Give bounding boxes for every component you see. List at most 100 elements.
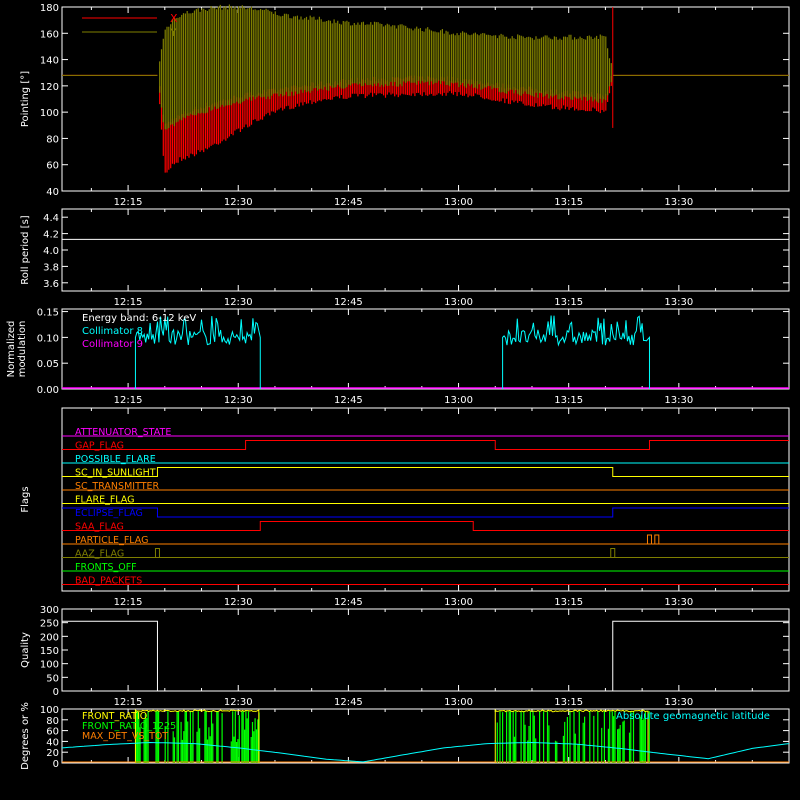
flag-label: GAP_FLAG [75,441,124,452]
x-tick-label: 13:15 [554,395,583,406]
x-tick-label: 12:30 [224,697,253,708]
flag-spike [646,534,652,544]
y-tick-label: 100 [40,108,59,119]
y-tick-label: 40 [46,737,59,748]
flag-label: PARTICLE_FLAG [75,535,148,546]
y-tick-label: 200 [40,632,59,643]
x-tick-label: 13:00 [444,395,473,406]
panel-quality: Quality [20,608,790,692]
x-tick-label: 13:30 [664,697,693,708]
x-tick-label: 12:30 [224,297,253,308]
flag-label: AAZ_FLAG [75,549,124,560]
x-tick-label: 12:30 [224,395,253,406]
y-tick-label: 0.00 [37,385,59,396]
y-tick-label: 0.05 [37,359,59,370]
y-tick-label: 80 [46,134,59,145]
y-axis-label: Normalizedmodulation [6,321,28,378]
flag-label: FLARE_FLAG [75,495,135,506]
flag-label: ECLIPSE_FLAG [75,508,143,519]
energy-band-annotation: Energy band: 6-12 keV [82,313,196,324]
y-axis-label: Pointing [°] [20,71,31,127]
y-tick-label: 0.10 [37,333,59,344]
y-tick-label: 4.0 [43,246,59,257]
y-tick-label: 150 [40,646,59,657]
legend-label-geomagnetic-latitude: Absolute geomagnetic latitude [616,711,770,722]
y-axis-label: Roll period [s] [20,215,31,284]
flag-label: SC_IN_SUNLIGHT [75,468,156,479]
legend-label-max-det-vs-tot: MAX_DET_VS_TOT [82,731,168,742]
quality-line [62,620,789,692]
x-tick-label: 12:15 [114,597,143,608]
x-tick-label: 13:15 [554,297,583,308]
x-tick-label: 12:45 [334,697,363,708]
x-tick-label: 13:00 [444,597,473,608]
y-tick-label: 3.6 [43,279,59,290]
collimator-8-trace [502,315,650,389]
x-tick-label: 13:15 [554,597,583,608]
x-tick-label: 12:30 [224,597,253,608]
panel-pointing: Pointing [°] [20,4,790,192]
y-tick-label: 250 [40,619,59,630]
y-axis-label: Flags [20,486,31,512]
x-tick-label: 13:00 [444,297,473,308]
flag-line-saa_flag [62,521,789,531]
x-tick-label: 12:45 [334,297,363,308]
flag-line-sc_in_sunlight [62,467,789,477]
y-tick-label: 50 [46,673,59,684]
y-tick-label: 40 [46,187,59,198]
legend-label-X: X [170,12,178,25]
x-tick-label: 13:30 [664,197,693,208]
y-tick-label: 4.4 [43,213,59,224]
x-tick-label: 13:15 [554,197,583,208]
plot-frame [61,208,790,292]
flag-label: ATTENUATOR_STATE [75,427,171,438]
x-tick-label: 13:30 [664,597,693,608]
y-tick-label: 300 [40,605,59,616]
flag-line-eclipse_flag [62,507,789,518]
y-tick-label: 180 [40,3,59,14]
flag-spike [154,548,160,558]
y-tick-label: 3.8 [43,262,59,273]
x-tick-label: 13:30 [664,297,693,308]
y-axis-label: Quality [20,632,31,668]
x-tick-label: 12:15 [114,697,143,708]
flag-label: BAD_PACKETS [75,576,142,587]
y-tick-label: 20 [46,748,59,759]
panel-roll: Roll period [s] [20,208,790,292]
y-tick-label: 0 [53,687,59,698]
y-tick-label: 100 [40,705,59,716]
x-tick-label: 13:15 [554,697,583,708]
y-tick-label: 60 [46,727,59,738]
flag-label: SAA_FLAG [75,522,124,533]
flag-label: SC_TRANSMITTER [75,481,160,492]
legend-label-Y: Y [169,26,177,39]
y-tick-label: 160 [40,29,59,40]
y-tick-label: 140 [40,56,59,67]
flag-spike [610,548,616,558]
x-tick-label: 12:45 [334,395,363,406]
y-tick-label: 80 [46,716,59,727]
x-tick-label: 12:45 [334,197,363,208]
flag-label: POSSIBLE_FLARE [75,454,156,465]
y-tick-label: 100 [40,660,59,671]
y-tick-label: 4.2 [43,230,59,241]
x-tick-label: 12:15 [114,197,143,208]
flag-spike [654,534,660,544]
y-tick-label: 120 [40,82,59,93]
y-tick-label: 0 [53,759,59,770]
x-tick-label: 13:00 [444,197,473,208]
x-tick-label: 12:15 [114,395,143,406]
chart-canvas: Pointing [°] 12:15 12:30 12:45 13:00 13:15 13:… [0,0,800,800]
y-tick-label: 60 [46,161,59,172]
flag-line-gap_flag [62,440,789,450]
y-tick-label: 0.15 [37,308,59,319]
legend-label-collimator-8: Collimator 8 [82,326,143,337]
x-tick-label: 13:00 [444,697,473,708]
x-tick-label: 13:30 [664,395,693,406]
legend-label-collimator-9: Collimator 9 [82,339,143,350]
y-axis-label: Degrees or % [20,702,31,770]
flag-label: FRONTS_OFF [75,562,137,573]
x-tick-label: 12:15 [114,297,143,308]
x-tick-label: 12:45 [334,597,363,608]
collimator-8-trace [134,316,261,389]
